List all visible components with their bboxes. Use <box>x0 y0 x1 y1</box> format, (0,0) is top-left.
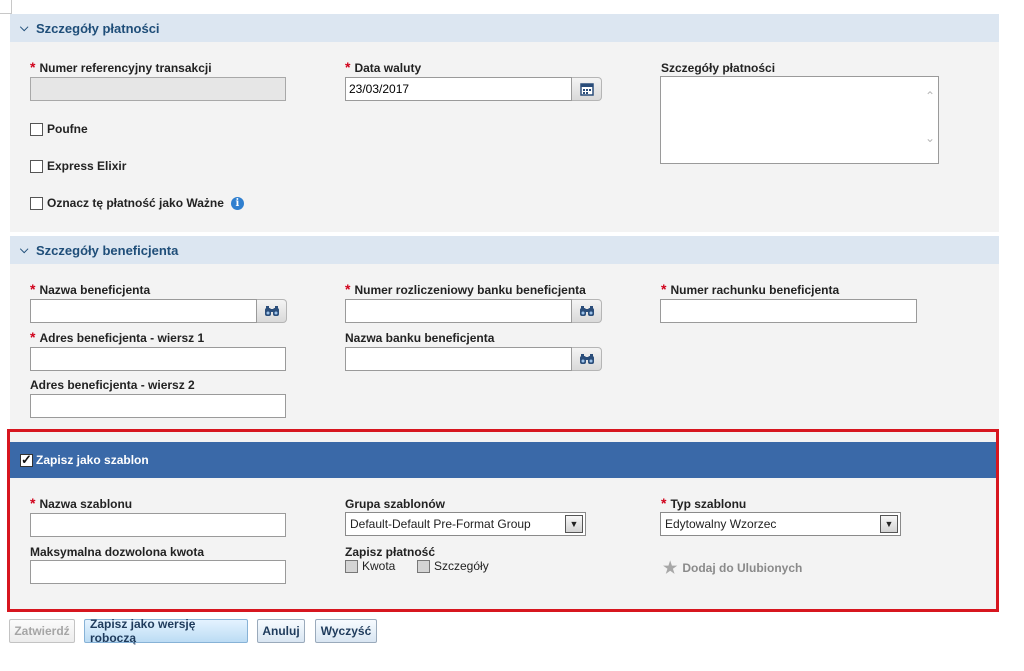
bank-name-input[interactable] <box>345 347 572 371</box>
cancel-button[interactable]: Anuluj <box>257 619 305 643</box>
address-line2-label: Adres beneficjenta - wiersz 2 <box>30 378 195 392</box>
binoculars-icon <box>264 306 279 316</box>
confidential-checkbox[interactable] <box>30 122 43 136</box>
clear-button[interactable]: Wyczyść <box>315 619 377 643</box>
top-left-divider <box>0 0 12 14</box>
beneficiary-section-title: Szczegóły beneficjenta <box>36 242 179 258</box>
payment-details-label: Szczegóły płatności <box>661 61 776 75</box>
highlight-frame <box>7 429 999 612</box>
beneficiary-section-header[interactable]: ⌵ Szczegóły beneficjenta <box>10 236 999 264</box>
important-checkbox-row[interactable]: Oznacz tę płatność jako Ważne i <box>30 196 244 210</box>
important-checkbox[interactable] <box>30 196 43 210</box>
important-label: Oznacz tę płatność jako Ważne <box>47 196 224 210</box>
bank-name-lookup-button[interactable] <box>572 347 602 371</box>
account-number-label: * Numer rachunku beneficjenta <box>661 281 840 297</box>
express-elixir-checkbox-row[interactable]: Express Elixir <box>30 159 126 173</box>
binoculars-icon <box>579 306 594 316</box>
bank-code-label: * Numer rozliczeniowy banku beneficjenta <box>345 281 586 297</box>
confidential-label: Poufne <box>47 122 88 136</box>
confirm-button[interactable]: Zatwierdź <box>9 619 75 643</box>
save-draft-button[interactable]: Zapisz jako wersję roboczą <box>84 617 248 645</box>
address-line2-input[interactable] <box>30 394 286 418</box>
binoculars-icon <box>579 354 594 364</box>
express-elixir-checkbox[interactable] <box>30 159 43 173</box>
chevron-down-icon: ⌵ <box>20 243 29 256</box>
payment-section-header[interactable]: ⌵ Szczegóły płatności <box>10 14 999 42</box>
bank-name-label: Nazwa banku beneficjenta <box>345 331 495 345</box>
express-elixir-label: Express Elixir <box>47 159 127 173</box>
calendar-button[interactable] <box>572 77 602 101</box>
confidential-checkbox-row[interactable]: Poufne <box>30 122 88 136</box>
address-line1-input[interactable] <box>30 347 286 371</box>
value-date-label: * Data waluty <box>345 59 422 75</box>
chevron-down-icon: ⌵ <box>20 21 29 34</box>
ref-number-label: * Numer referencyjny transakcji <box>30 59 212 75</box>
address-line1-label: * Adres beneficjenta - wiersz 1 <box>30 329 205 345</box>
bank-code-input[interactable] <box>345 299 572 323</box>
info-icon[interactable]: i <box>230 196 244 210</box>
beneficiary-lookup-button[interactable] <box>257 299 287 323</box>
payment-details-textarea[interactable]: ⌃ ⌄ <box>660 76 939 164</box>
beneficiary-name-label: * Nazwa beneficjenta <box>30 281 151 297</box>
payment-section-title: Szczegóły płatności <box>36 20 160 36</box>
scroll-up-icon[interactable]: ⌃ <box>925 89 935 103</box>
calendar-icon <box>579 83 594 96</box>
value-date-input[interactable] <box>345 77 572 101</box>
scroll-down-icon[interactable]: ⌄ <box>925 131 935 145</box>
account-number-input[interactable] <box>660 299 917 323</box>
bank-code-lookup-button[interactable] <box>572 299 602 323</box>
beneficiary-name-input[interactable] <box>30 299 257 323</box>
ref-number-input[interactable] <box>30 77 286 101</box>
